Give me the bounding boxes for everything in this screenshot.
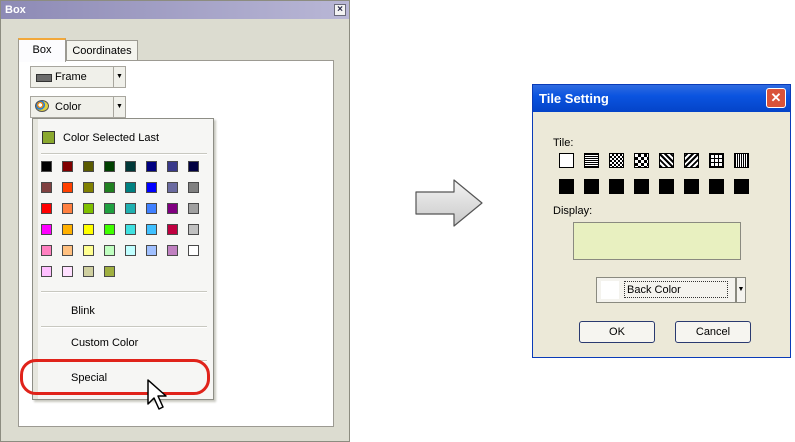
- tile-pattern[interactable]: [659, 179, 674, 194]
- tile-dialog-title: Tile Setting: [539, 91, 609, 106]
- box-titlebar: Box ×: [1, 1, 349, 19]
- color-swatch[interactable]: [83, 266, 94, 277]
- color-swatch[interactable]: [83, 161, 94, 172]
- color-swatch[interactable]: [125, 224, 136, 235]
- color-swatch[interactable]: [167, 245, 178, 256]
- tile-pattern[interactable]: [609, 179, 624, 194]
- tile-pattern[interactable]: [709, 179, 724, 194]
- color-swatch[interactable]: [104, 245, 115, 256]
- color-selected-last-label: Color Selected Last: [63, 132, 159, 144]
- color-swatch[interactable]: [188, 245, 199, 256]
- color-swatch[interactable]: [146, 224, 157, 235]
- color-swatch[interactable]: [41, 182, 52, 193]
- color-swatch[interactable]: [125, 182, 136, 193]
- tile-setting-dialog: Tile Setting ✕ Tile: Display: Back Color…: [532, 84, 791, 358]
- color-swatch[interactable]: [62, 266, 73, 277]
- box-title: Box: [5, 4, 26, 16]
- menu-item-blink[interactable]: Blink: [71, 305, 95, 317]
- tile-pattern[interactable]: [559, 179, 574, 194]
- color-swatch[interactable]: [62, 182, 73, 193]
- tile-pattern[interactable]: [584, 153, 599, 168]
- tile-pattern[interactable]: [609, 153, 624, 168]
- last-color-swatch: [42, 131, 55, 144]
- special-highlight-ring: [20, 359, 210, 395]
- menu-separator: [41, 153, 207, 155]
- tile-label: Tile:: [553, 137, 574, 149]
- tile-pattern[interactable]: [584, 179, 599, 194]
- color-swatch[interactable]: [146, 245, 157, 256]
- palette-icon: [35, 100, 49, 112]
- color-dropdown-menu: Color Selected Last Blink Custom Color S…: [32, 118, 214, 400]
- color-swatch[interactable]: [188, 161, 199, 172]
- frame-button[interactable]: Frame ▼: [30, 66, 126, 88]
- color-swatch[interactable]: [167, 203, 178, 214]
- color-swatch[interactable]: [146, 182, 157, 193]
- color-swatch[interactable]: [83, 182, 94, 193]
- frame-label: Frame: [55, 71, 87, 83]
- color-swatch[interactable]: [41, 161, 52, 172]
- color-swatch[interactable]: [188, 224, 199, 235]
- color-swatch[interactable]: [188, 182, 199, 193]
- tile-pattern[interactable]: [684, 153, 699, 168]
- menu-item-custom-color[interactable]: Custom Color: [71, 337, 138, 349]
- chevron-down-icon[interactable]: ▼: [113, 97, 125, 117]
- menu-strip: [33, 119, 38, 399]
- color-swatch[interactable]: [188, 203, 199, 214]
- tile-titlebar: Tile Setting ✕: [533, 85, 790, 112]
- color-button[interactable]: Color ▼: [30, 96, 126, 118]
- color-swatch[interactable]: [83, 203, 94, 214]
- back-color-label: Back Color: [624, 281, 728, 298]
- right-arrow-icon: [415, 179, 483, 227]
- back-color-swatch: [601, 281, 619, 299]
- close-icon[interactable]: ✕: [766, 88, 786, 108]
- color-swatch[interactable]: [125, 203, 136, 214]
- color-swatch[interactable]: [125, 161, 136, 172]
- color-swatch[interactable]: [62, 203, 73, 214]
- color-swatch[interactable]: [104, 161, 115, 172]
- close-icon[interactable]: ×: [334, 4, 346, 16]
- display-preview: [573, 222, 741, 260]
- color-swatch[interactable]: [125, 245, 136, 256]
- ok-button[interactable]: OK: [579, 321, 655, 343]
- color-swatch[interactable]: [41, 245, 52, 256]
- menu-item-color-selected-last[interactable]: Color Selected Last: [39, 129, 209, 147]
- tab-box[interactable]: Box: [18, 38, 66, 62]
- back-color-button[interactable]: Back Color: [596, 277, 736, 303]
- tile-pattern[interactable]: [684, 179, 699, 194]
- color-swatch[interactable]: [62, 224, 73, 235]
- frame-icon: [36, 74, 52, 82]
- color-swatch[interactable]: [62, 161, 73, 172]
- color-swatch[interactable]: [104, 203, 115, 214]
- cancel-button[interactable]: Cancel: [675, 321, 751, 343]
- color-label: Color: [55, 101, 82, 113]
- color-swatch[interactable]: [146, 161, 157, 172]
- color-swatch[interactable]: [83, 224, 94, 235]
- color-swatch[interactable]: [167, 161, 178, 172]
- display-label: Display:: [553, 205, 593, 217]
- tab-coordinates[interactable]: Coordinates: [66, 40, 138, 61]
- tile-pattern[interactable]: [559, 153, 574, 168]
- tile-pattern[interactable]: [634, 153, 649, 168]
- chevron-down-icon[interactable]: ▼: [113, 67, 125, 87]
- menu-separator: [41, 291, 207, 293]
- color-swatch[interactable]: [167, 224, 178, 235]
- color-swatch[interactable]: [104, 224, 115, 235]
- menu-separator: [41, 326, 207, 328]
- color-swatch[interactable]: [41, 224, 52, 235]
- color-swatch[interactable]: [83, 245, 94, 256]
- tile-pattern[interactable]: [734, 153, 749, 168]
- tile-pattern[interactable]: [659, 153, 674, 168]
- color-swatch[interactable]: [104, 182, 115, 193]
- tile-pattern[interactable]: [634, 179, 649, 194]
- chevron-down-icon[interactable]: ▼: [736, 277, 746, 303]
- color-swatch[interactable]: [62, 245, 73, 256]
- color-swatch[interactable]: [41, 266, 52, 277]
- color-swatch[interactable]: [146, 203, 157, 214]
- color-swatch[interactable]: [41, 203, 52, 214]
- tile-pattern[interactable]: [709, 153, 724, 168]
- mouse-cursor-icon: [147, 379, 167, 410]
- color-swatch[interactable]: [104, 266, 115, 277]
- tile-pattern[interactable]: [734, 179, 749, 194]
- color-swatch[interactable]: [167, 182, 178, 193]
